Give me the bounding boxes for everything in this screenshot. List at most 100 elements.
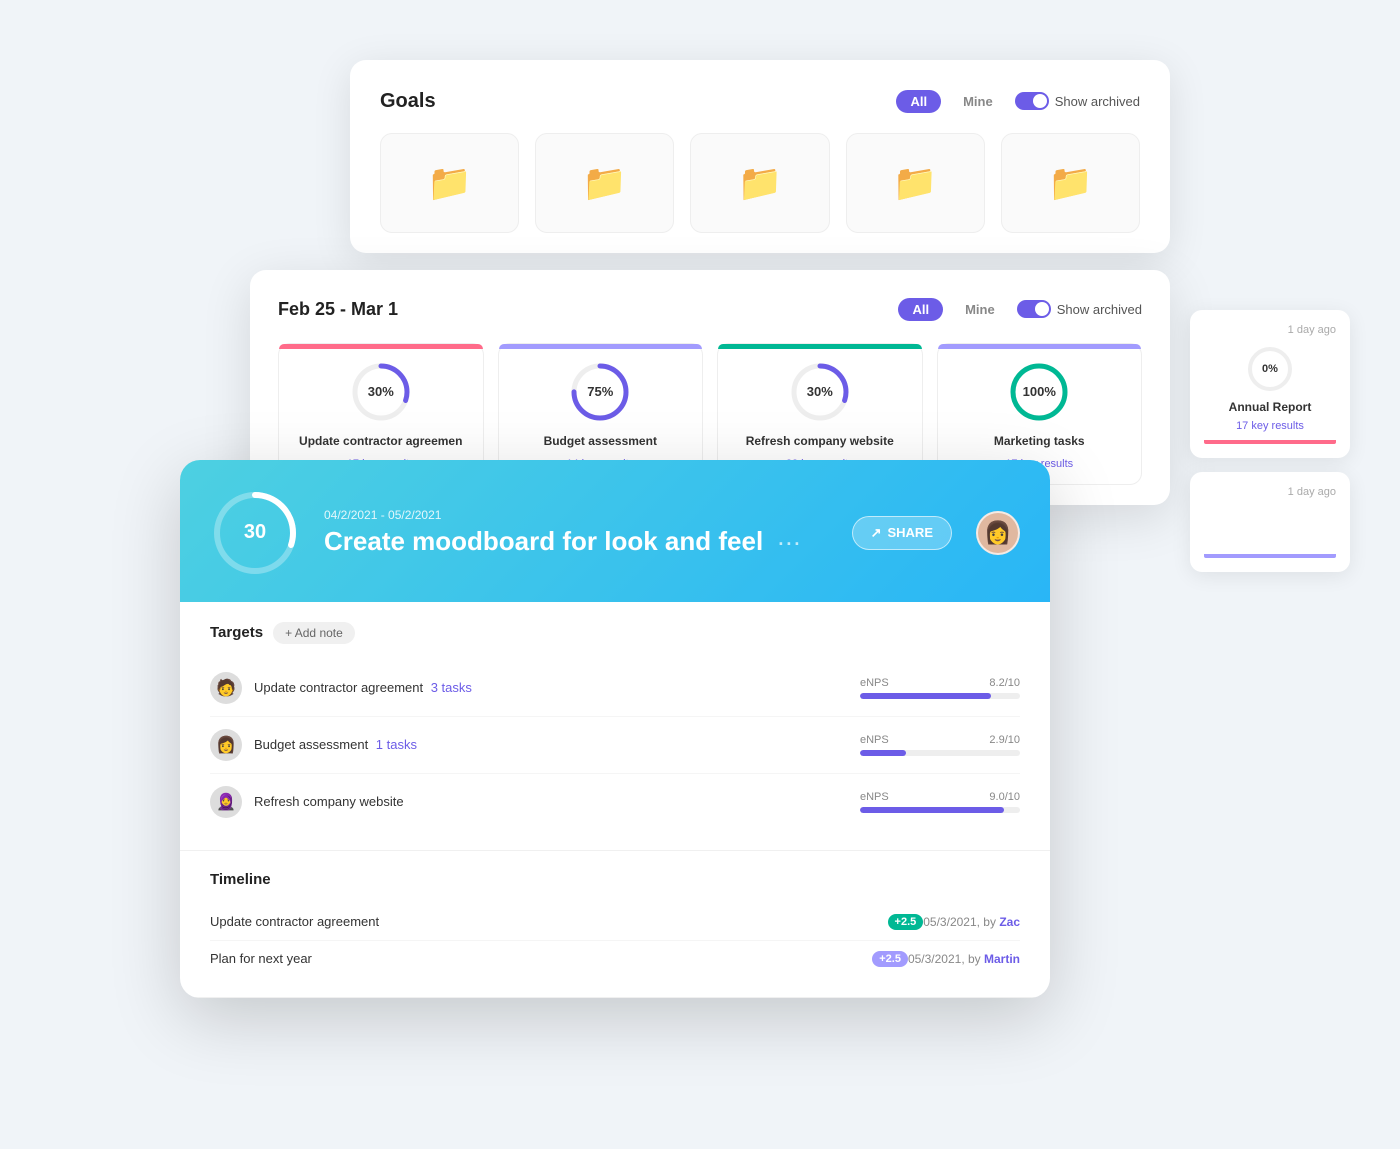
folder-icon-3: 📁 xyxy=(738,162,783,204)
folder-icon-1: 📁 xyxy=(427,162,472,204)
target-row-1: 🧑 Update contractor agreement 3 tasks eN… xyxy=(210,660,1020,717)
weekly-archived-toggle[interactable]: Show archived xyxy=(1017,300,1142,318)
right-card-sub-1: 17 key results xyxy=(1236,420,1304,432)
target-avatar-3: 🧕 xyxy=(210,786,242,818)
goal-card-name-2: Budget assessment xyxy=(544,434,657,448)
target-score-1: eNPS 8.2/10 xyxy=(860,677,1020,699)
donut-wrap-3: 30% xyxy=(788,360,852,424)
right-card-name-1: Annual Report xyxy=(1229,400,1312,414)
donut-pct-2: 75% xyxy=(587,384,613,399)
score-bar-bg-1 xyxy=(860,693,1020,699)
header-dates: 04/2/2021 - 05/2/2021 xyxy=(324,508,828,522)
timeline-item-name-2: Plan for next year xyxy=(210,951,864,966)
timeline-item-name-1: Update contractor agreement xyxy=(210,914,880,929)
header-info: 04/2/2021 - 05/2/2021 Create moodboard f… xyxy=(324,508,828,557)
goals-toggle-group: All Mine Show archived xyxy=(896,90,1140,113)
avatar: 👩 xyxy=(976,511,1020,555)
goals-btn-all[interactable]: All xyxy=(896,90,941,113)
target-score-2: eNPS 2.9/10 xyxy=(860,734,1020,756)
toggle-thumb xyxy=(1033,94,1047,108)
goals-panel: Goals All Mine Show archived 📁 📁 📁 xyxy=(350,60,1170,253)
score-label-2: eNPS xyxy=(860,734,889,746)
goal-card-bar-2 xyxy=(499,344,703,349)
weekly-toggle-group: All Mine Show archived xyxy=(898,298,1142,321)
right-donut-pct-1: 0% xyxy=(1262,363,1278,375)
right-card-donut-1: 0% Annual Report 17 key results xyxy=(1204,344,1336,432)
folder-card-5[interactable]: 📁 xyxy=(1001,133,1140,233)
target-link-2[interactable]: 1 tasks xyxy=(376,737,417,752)
timeline-section: Timeline Update contractor agreement +2.… xyxy=(180,851,1050,998)
targets-title: Targets xyxy=(210,624,263,641)
target-score-3: eNPS 9.0/10 xyxy=(860,791,1020,813)
score-bar-bg-3 xyxy=(860,807,1020,813)
target-avatar-2: 👩 xyxy=(210,729,242,761)
toggle-track[interactable] xyxy=(1015,92,1049,110)
target-avatar-1: 🧑 xyxy=(210,672,242,704)
folder-icon-2: 📁 xyxy=(582,162,627,204)
target-row-3: 🧕 Refresh company website eNPS 9.0/10 xyxy=(210,774,1020,830)
detail-panel: 30 04/2/2021 - 05/2/2021 Create moodboar… xyxy=(180,460,1050,998)
weekly-archived-label: Show archived xyxy=(1057,302,1142,317)
goals-panel-header: Goals All Mine Show archived xyxy=(380,90,1140,113)
score-value-3: 9.0/10 xyxy=(989,791,1020,803)
score-bar-fill-2 xyxy=(860,750,906,756)
weekly-btn-mine[interactable]: Mine xyxy=(951,298,1009,321)
score-value-1: 8.2/10 xyxy=(989,677,1020,689)
timeline-row-1: Update contractor agreement +2.5 05/3/20… xyxy=(210,904,1020,941)
folder-icon-5: 📁 xyxy=(1048,162,1093,204)
header-title: Create moodboard for look and feel ··· xyxy=(324,526,828,557)
weekly-toggle-track[interactable] xyxy=(1017,300,1051,318)
score-bar-fill-3 xyxy=(860,807,1004,813)
weekly-panel-title: Feb 25 - Mar 1 xyxy=(278,299,398,320)
timeline-title: Timeline xyxy=(210,871,271,888)
big-donut-wrap: 30 xyxy=(210,488,300,578)
detail-panel-header: 30 04/2/2021 - 05/2/2021 Create moodboar… xyxy=(180,460,1050,602)
big-donut-pct: 30 xyxy=(244,521,266,544)
timeline-author-1: Zac xyxy=(999,915,1020,929)
target-name-1: Update contractor agreement 3 tasks xyxy=(254,680,860,695)
target-row-2: 👩 Budget assessment 1 tasks eNPS 2.9/10 xyxy=(210,717,1020,774)
detail-panel-body: Targets + Add note 🧑 Update contractor a… xyxy=(180,602,1050,998)
folder-card-1[interactable]: 📁 xyxy=(380,133,519,233)
score-value-2: 2.9/10 xyxy=(989,734,1020,746)
weekly-right-cards: 1 day ago 0% Annual Report 17 key result… xyxy=(1190,310,1350,572)
score-bar-fill-1 xyxy=(860,693,991,699)
right-card-bar-2 xyxy=(1204,554,1336,558)
right-card-timestamp-2: 1 day ago xyxy=(1204,486,1336,498)
header-dots: ··· xyxy=(778,534,802,554)
timeline-badge-2: +2.5 xyxy=(872,951,908,967)
share-icon: ↗ xyxy=(871,525,882,541)
share-button[interactable]: ↗ SHARE xyxy=(852,516,952,550)
targets-section-header: Targets + Add note xyxy=(210,622,1020,644)
target-name-2: Budget assessment 1 tasks xyxy=(254,737,860,752)
timeline-badge-1: +2.5 xyxy=(888,914,924,930)
folder-card-2[interactable]: 📁 xyxy=(535,133,674,233)
timeline-date-2: 05/3/2021, by Martin xyxy=(908,952,1020,966)
weekly-panel-header: Feb 25 - Mar 1 All Mine Show archived xyxy=(278,298,1142,321)
add-note-button[interactable]: + Add note xyxy=(273,622,355,644)
folder-row: 📁 📁 📁 📁 📁 xyxy=(380,133,1140,233)
timeline-author-2: Martin xyxy=(984,952,1020,966)
goal-card-bar-3 xyxy=(718,344,922,349)
weekly-toggle-thumb xyxy=(1035,302,1049,316)
folder-card-4[interactable]: 📁 xyxy=(846,133,985,233)
target-link-1[interactable]: 3 tasks xyxy=(431,680,472,695)
donut-wrap-4: 100% xyxy=(1007,360,1071,424)
goals-panel-title: Goals xyxy=(380,90,436,113)
donut-wrap-1: 30% xyxy=(349,360,413,424)
score-label-3: eNPS xyxy=(860,791,889,803)
folder-card-3[interactable]: 📁 xyxy=(690,133,829,233)
goals-btn-mine[interactable]: Mine xyxy=(949,90,1007,113)
weekly-btn-all[interactable]: All xyxy=(898,298,943,321)
goal-card-bar-4 xyxy=(938,344,1142,349)
goals-archived-toggle[interactable]: Show archived xyxy=(1015,92,1140,110)
timeline-section-header: Timeline xyxy=(210,871,1020,888)
score-label-1: eNPS xyxy=(860,677,889,689)
right-card-1[interactable]: 1 day ago 0% Annual Report 17 key result… xyxy=(1190,310,1350,458)
archived-label: Show archived xyxy=(1055,94,1140,109)
goal-card-name-4: Marketing tasks xyxy=(994,434,1085,448)
timeline-row-2: Plan for next year +2.5 05/3/2021, by Ma… xyxy=(210,941,1020,977)
right-card-2[interactable]: 1 day ago xyxy=(1190,472,1350,572)
folder-icon-4: 📁 xyxy=(893,162,938,204)
right-donut-wrap-1: 0% xyxy=(1245,344,1295,394)
